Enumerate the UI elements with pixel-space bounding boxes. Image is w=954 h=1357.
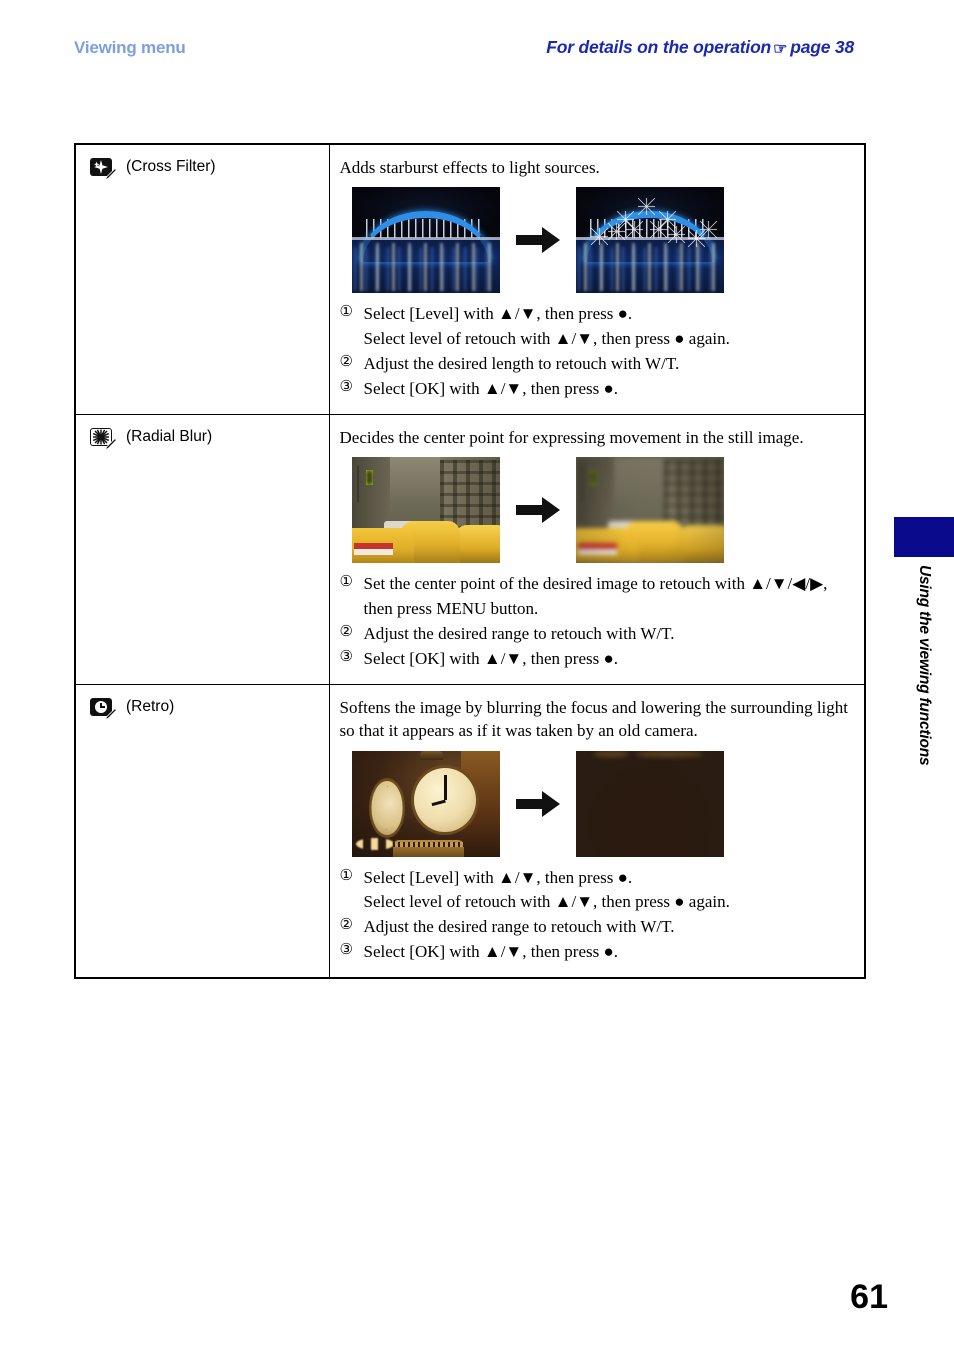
menu-description-cell: Adds starburst effects to light sources.	[328, 143, 866, 415]
step-number: ①	[339, 574, 353, 591]
list-item: ② Adjust the desired range to retouch wi…	[340, 622, 851, 646]
step-text: Select [Level] with ▲/▼, then press ●.	[363, 304, 633, 324]
description-text: Softens the image by blurring the focus …	[339, 697, 849, 741]
page-number: 61	[850, 1278, 888, 1316]
step-text: Adjust the desired range to retouch with…	[363, 917, 675, 937]
chapter-tab-label: Using the viewing functions	[916, 565, 933, 766]
menu-item-table: (Cross Filter) Adds starburst effects to…	[74, 143, 866, 980]
step-text: Select [OK] with ▲/▼, then press ●.	[363, 942, 619, 962]
cross-reference: For details on the operation ☞ page 38	[546, 37, 854, 58]
menu-name-label: (Retro)	[126, 697, 175, 715]
before-after-samples	[351, 457, 851, 564]
station-clock-photo-after	[575, 750, 724, 857]
menu-description-cell: Decides the center point for expressing …	[328, 413, 866, 685]
list-item: ② Adjust the desired length to retouch w…	[340, 352, 851, 376]
step-text: Adjust the desired length to retouch wit…	[363, 353, 680, 373]
step-number: ②	[339, 353, 353, 370]
taxi-street-photo-before	[351, 457, 500, 564]
step-text: Select [Level] with ▲/▼, then press ●.	[363, 867, 633, 887]
list-item: ③ Select [OK] with ▲/▼, then press ●.	[340, 647, 851, 671]
step-subtext: Select level of retouch with ▲/▼, then p…	[363, 328, 730, 348]
list-item: ① Select [Level] with ▲/▼, then press ●.…	[340, 866, 851, 914]
pointing-hand-icon: ☞	[773, 41, 788, 58]
night-bridge-photo-before	[351, 187, 500, 294]
step-number: ③	[339, 942, 353, 959]
menu-name-cell: (Retro)	[74, 683, 330, 979]
step-number: ②	[339, 917, 353, 934]
station-clock-photo-before	[351, 750, 500, 857]
cross-filter-icon	[90, 158, 117, 181]
list-item: ① Set the center point of the desired im…	[340, 572, 851, 620]
step-text: Adjust the desired range to retouch with…	[363, 623, 675, 643]
menu-description-cell: Softens the image by blurring the focus …	[328, 683, 866, 979]
running-head: Viewing menu For details on the operatio…	[74, 37, 854, 68]
table-row: (Retro) Softens the image by blurring th…	[74, 683, 866, 979]
menu-name-label: (Radial Blur)	[126, 427, 213, 445]
step-list: ① Select [Level] with ▲/▼, then press ●.…	[340, 302, 851, 401]
page-title: Viewing menu	[74, 38, 186, 57]
step-text: Select [OK] with ▲/▼, then press ●.	[363, 648, 619, 668]
taxi-street-photo-after	[575, 457, 724, 564]
cross-reference-text: For details on the operation	[546, 37, 772, 57]
night-bridge-photo-after	[575, 187, 724, 294]
table-row: (Cross Filter) Adds starburst effects to…	[74, 143, 866, 415]
list-item: ③ Select [OK] with ▲/▼, then press ●.	[340, 940, 851, 964]
list-item: ③ Select [OK] with ▲/▼, then press ●.	[340, 377, 851, 401]
radial-blur-icon	[90, 427, 117, 451]
menu-name-cell: (Cross Filter)	[74, 143, 330, 415]
step-number: ①	[339, 304, 353, 321]
description-text: Decides the center point for expressing …	[339, 427, 804, 447]
step-list: ① Select [Level] with ▲/▼, then press ●.…	[340, 866, 851, 965]
table-row: (Radial Blur) Decides the center point f…	[74, 413, 866, 685]
step-text: Select [OK] with ▲/▼, then press ●.	[363, 378, 619, 398]
before-after-samples	[351, 750, 851, 857]
description-text: Adds starburst effects to light sources.	[339, 158, 600, 177]
step-number: ③	[339, 648, 353, 665]
right-arrow-icon	[500, 497, 576, 524]
step-text: Set the center point of the desired imag…	[363, 574, 828, 618]
list-item: ② Adjust the desired range to retouch wi…	[340, 915, 851, 939]
cross-reference-page: page 38	[790, 37, 854, 57]
list-item: ① Select [Level] with ▲/▼, then press ●.…	[340, 302, 851, 350]
menu-name-cell: (Radial Blur)	[74, 413, 330, 685]
step-list: ① Set the center point of the desired im…	[340, 572, 851, 671]
step-number: ①	[339, 867, 353, 884]
step-number: ②	[339, 623, 353, 640]
chapter-tab-marker	[894, 517, 954, 557]
retro-icon	[90, 697, 117, 721]
step-number: ③	[339, 378, 353, 395]
menu-name-label: (Cross Filter)	[126, 158, 216, 175]
right-arrow-icon	[500, 227, 576, 254]
right-arrow-icon	[500, 790, 576, 817]
before-after-samples	[351, 187, 851, 294]
step-subtext: Select level of retouch with ▲/▼, then p…	[363, 891, 730, 911]
